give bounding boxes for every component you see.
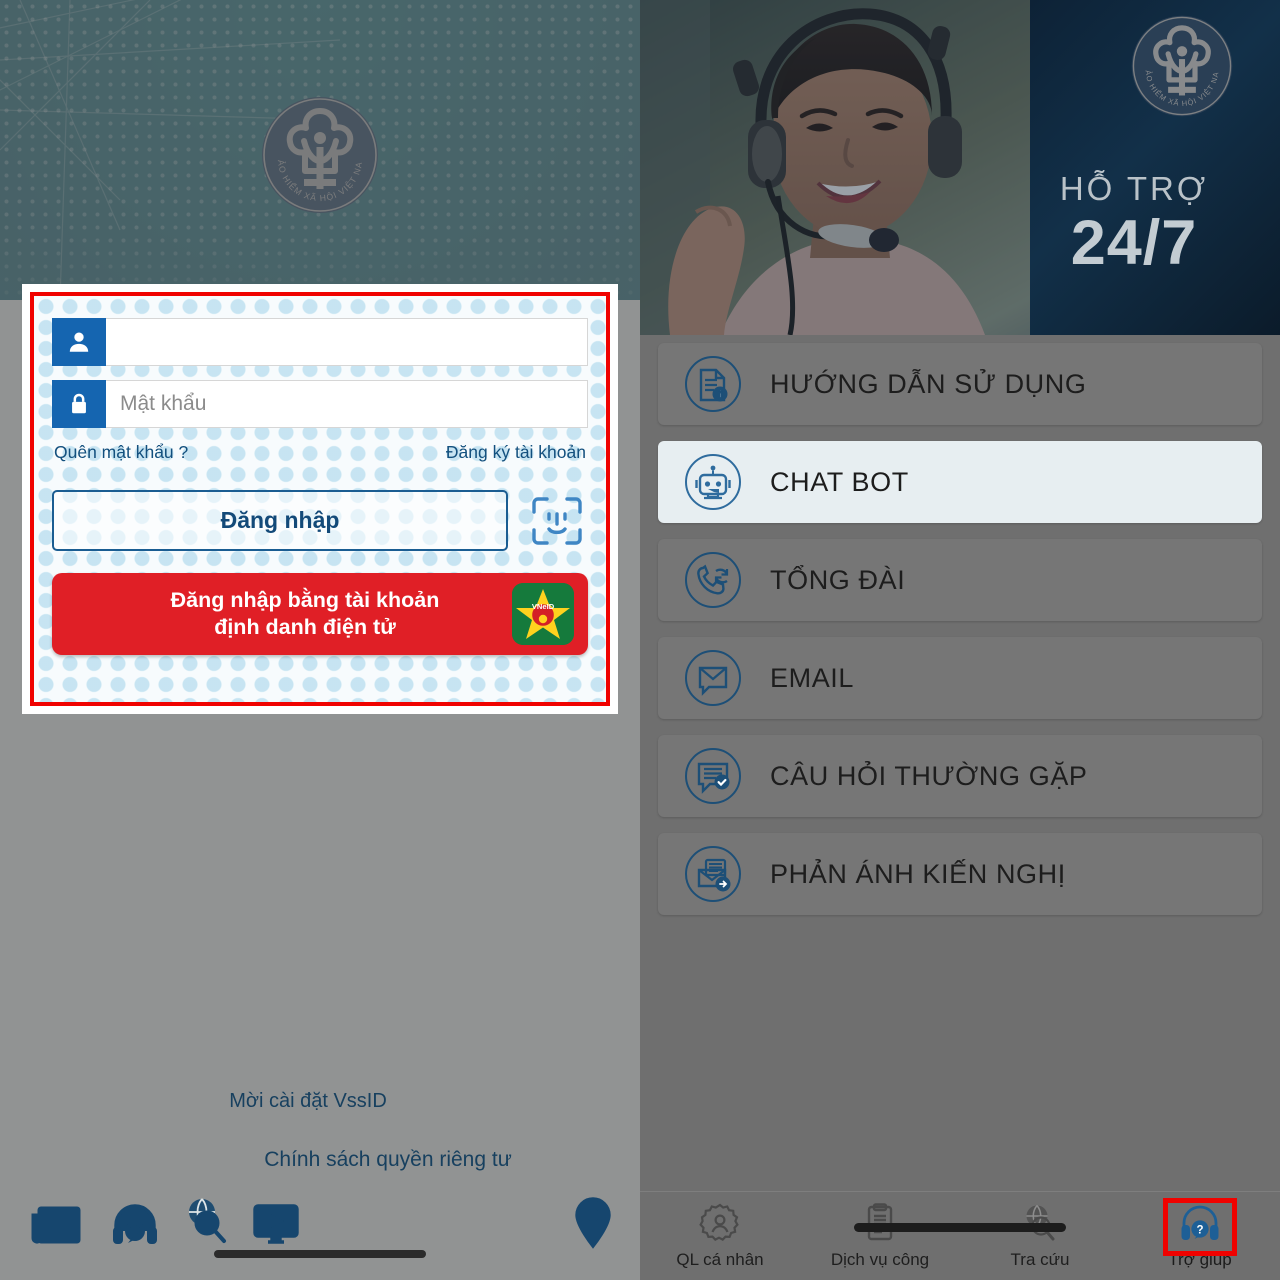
forgot-password-link[interactable]: Quên mật khẩu ? bbox=[54, 442, 188, 463]
tab-tro-giup[interactable]: ? Trợ giúp bbox=[1120, 1192, 1280, 1280]
login-card: Mật khẩu Quên mật khẩu ? Đăng ký tài kho… bbox=[34, 296, 606, 702]
username-input[interactable] bbox=[106, 318, 588, 366]
vneid-button-label: Đăng nhập bằng tài khoản định danh điện … bbox=[171, 587, 470, 641]
login-links-row: Quên mật khẩu ? Đăng ký tài khoản bbox=[54, 442, 586, 463]
password-input[interactable]: Mật khẩu bbox=[106, 380, 588, 428]
username-field-row[interactable] bbox=[52, 318, 588, 366]
map-pin-icon[interactable] bbox=[570, 1195, 616, 1254]
menu-item-label: HƯỚNG DẪN SỬ DỤNG bbox=[770, 368, 1087, 399]
tab-label: Tra cứu bbox=[1010, 1250, 1070, 1269]
login-button[interactable]: Đăng nhập bbox=[52, 490, 508, 551]
phone-refresh-icon bbox=[682, 549, 744, 611]
tab-tra-cuu[interactable]: Tra cứu bbox=[960, 1192, 1120, 1280]
support-label: HỖ TRỢ bbox=[1059, 170, 1209, 207]
headset-support-icon[interactable]: ? bbox=[110, 1201, 160, 1252]
menu-item-label: EMAIL bbox=[770, 662, 855, 693]
invite-install-link[interactable]: Mời cài đặt VssID bbox=[0, 1090, 640, 1113]
menu-item-email[interactable]: EMAIL bbox=[658, 637, 1262, 719]
home-indicator bbox=[854, 1223, 1066, 1232]
menu-item-label: CHAT BOT bbox=[770, 466, 909, 497]
tab-dich-vu-cong[interactable]: Dịch vụ công bbox=[800, 1192, 960, 1280]
news-icon[interactable] bbox=[30, 1203, 82, 1252]
vneid-login-button[interactable]: Đăng nhập bằng tài khoản định danh điện … bbox=[52, 573, 588, 655]
tab-ql-ca-nhan[interactable]: QL cá nhân bbox=[640, 1192, 800, 1280]
user-icon bbox=[52, 318, 106, 366]
vssid-login-screen: BẢO HIỂM XÃ HỘI VIỆT NAM Mật khẩu bbox=[0, 0, 640, 1280]
privacy-policy-link[interactable]: Chính sách quyền riêng tư bbox=[0, 1148, 640, 1172]
login-actions-row: Đăng nhập bbox=[52, 490, 588, 551]
svg-text:?: ? bbox=[131, 1224, 139, 1239]
menu-item-label: TỔNG ĐÀI bbox=[770, 564, 906, 595]
support-hours: 24/7 bbox=[1070, 208, 1198, 278]
support-menu-list: HƯỚNG DẪN SỬ DỤNG CHAT BOT TỔNG ĐÀI EMAI… bbox=[640, 343, 1280, 931]
register-account-link[interactable]: Đăng ký tài khoản bbox=[446, 442, 586, 463]
face-id-icon[interactable] bbox=[526, 492, 588, 550]
vssid-support-screen: BẢO HIỂM XÃ HỘI VIỆT NAM HỖ TRỢ 24/7 bbox=[640, 0, 1280, 1280]
envelope-chat-icon bbox=[682, 647, 744, 709]
vneid-label-line2: định danh điện tử bbox=[214, 615, 396, 639]
menu-item-label: CÂU HỎI THƯỜNG GẶP bbox=[770, 760, 1088, 791]
menu-item-cau-hoi-thuong-gap[interactable]: CÂU HỎI THƯỜNG GẶP bbox=[658, 735, 1262, 817]
menu-item-chat-bot[interactable]: CHAT BOT bbox=[658, 441, 1262, 523]
vneid-label-line1: Đăng nhập bằng tài khoản bbox=[170, 587, 440, 612]
faq-chat-check-icon bbox=[682, 745, 744, 807]
support-hero-banner: BẢO HIỂM XÃ HỘI VIỆT NAM HỖ TRỢ 24/7 bbox=[640, 0, 1280, 335]
document-info-icon bbox=[682, 353, 744, 415]
menu-item-phan-anh-kien-nghi[interactable]: PHẢN ÁNH KIẾN NGHỊ bbox=[658, 833, 1262, 915]
bottom-tab-bar: QL cá nhân Dịch vụ công Tra cứu ? Trợ gi… bbox=[640, 1191, 1280, 1280]
video-player-icon[interactable] bbox=[250, 1201, 302, 1252]
menu-item-tong-dai[interactable]: TỔNG ĐÀI bbox=[658, 539, 1262, 621]
menu-item-label: PHẢN ÁNH KIẾN NGHỊ bbox=[770, 858, 1066, 889]
password-field-row[interactable]: Mật khẩu bbox=[52, 380, 588, 428]
tab-label: QL cá nhân bbox=[676, 1250, 764, 1269]
robot-icon bbox=[682, 451, 744, 513]
tab-label: Dịch vụ công bbox=[830, 1250, 930, 1269]
screenshot-root: BẢO HIỂM XÃ HỘI VIỆT NAM Mật khẩu bbox=[0, 0, 1280, 1280]
bhxh-logo-icon: BẢO HIỂM XÃ HỘI VIỆT NAM bbox=[1130, 14, 1233, 117]
help-tab-red-highlight bbox=[1163, 1198, 1237, 1256]
left-bottom-icon-bar: ? bbox=[0, 1194, 640, 1280]
vneid-badge-icon: VNeID bbox=[512, 583, 574, 645]
globe-search-icon[interactable] bbox=[180, 1195, 232, 1250]
lock-icon bbox=[52, 380, 106, 428]
gear-person-icon bbox=[699, 1202, 741, 1244]
home-indicator bbox=[214, 1250, 426, 1258]
envelope-send-icon bbox=[682, 843, 744, 905]
menu-item-huong-dan-su-dung[interactable]: HƯỚNG DẪN SỬ DỤNG bbox=[658, 343, 1262, 425]
svg-text:VNeID: VNeID bbox=[532, 602, 555, 611]
